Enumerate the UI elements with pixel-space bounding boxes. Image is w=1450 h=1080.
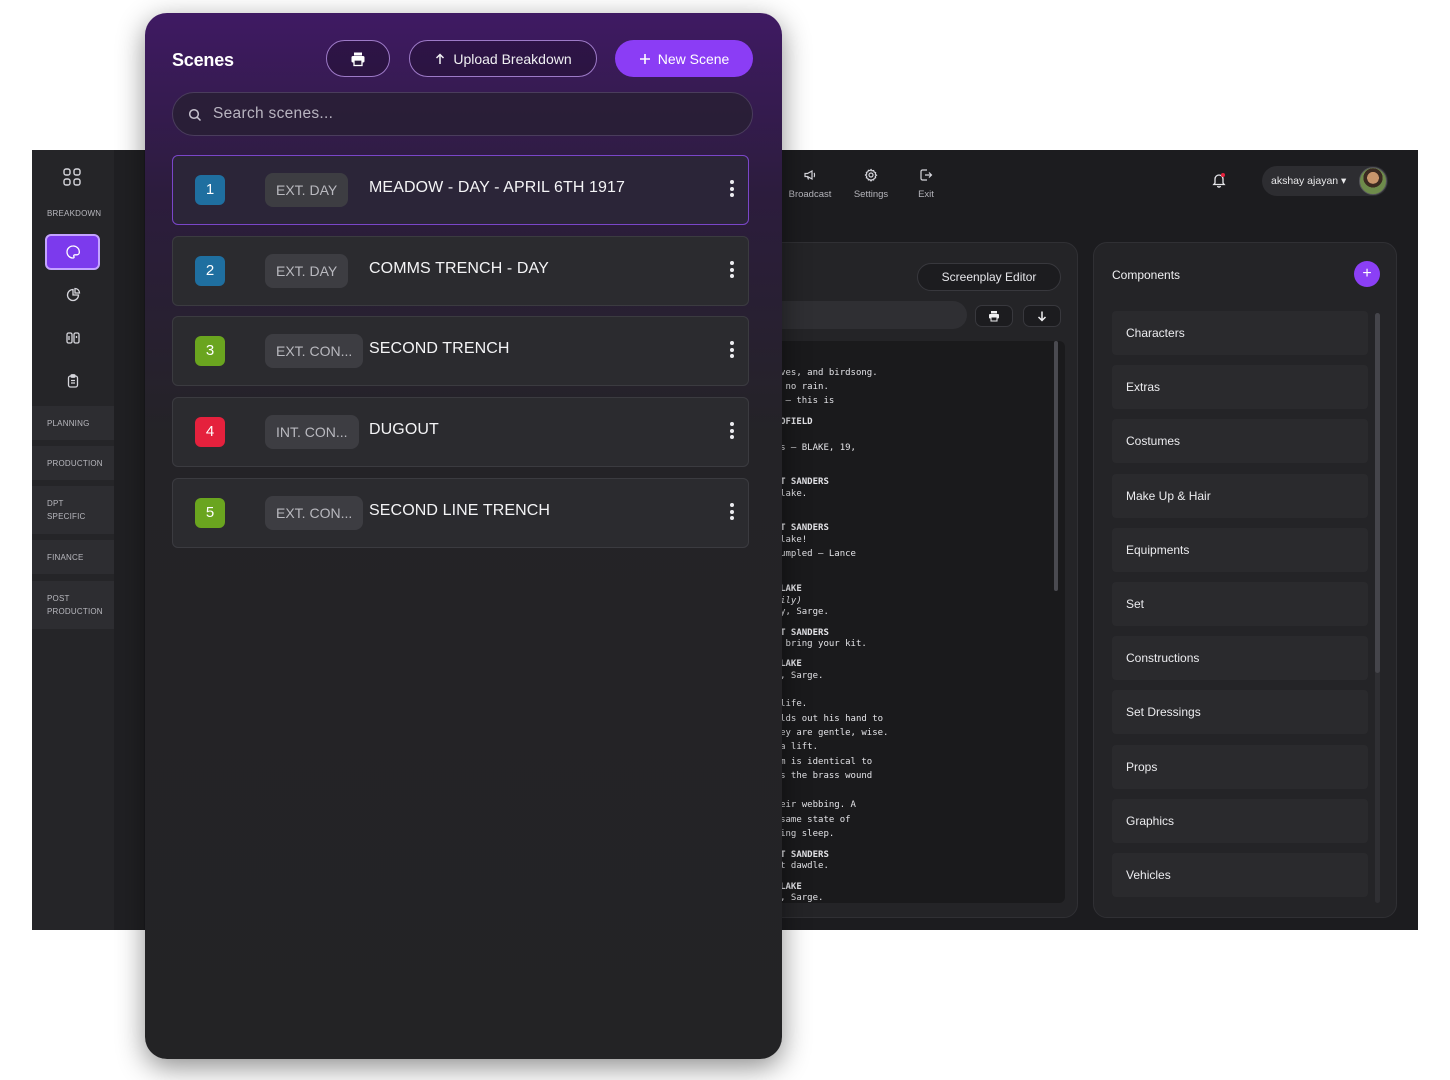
component-item[interactable]: Make Up & Hair bbox=[1112, 473, 1368, 518]
scene-name: SECOND LINE TRENCH bbox=[369, 502, 551, 519]
components-scrollbar[interactable] bbox=[1375, 313, 1380, 903]
sidebar-section-post-production: POST PRODUCTION bbox=[47, 594, 103, 616]
more-vertical-icon[interactable] bbox=[727, 341, 737, 363]
screenplay-editor-panel: Screenplay Editor 17 leaves, and birdson… bbox=[752, 242, 1078, 918]
sidebar-item-scenes[interactable] bbox=[45, 234, 100, 270]
clipboard-icon bbox=[67, 374, 78, 388]
sidebar-section-breakdown[interactable]: BREAKDOWN bbox=[32, 207, 114, 220]
print-button[interactable] bbox=[326, 40, 390, 77]
exit-icon bbox=[920, 169, 933, 181]
scene-type-badge: EXT. DAY bbox=[265, 254, 349, 288]
sidebar-section-dpt-specific-box[interactable]: DPT SPECIFIC bbox=[32, 486, 114, 534]
sidebar-section-production-box[interactable]: PRODUCTION bbox=[32, 446, 114, 480]
scene-number-badge: 3 bbox=[195, 336, 225, 366]
storyboard-icon bbox=[65, 332, 80, 344]
scene-type-badge: EXT. CON... bbox=[265, 334, 364, 368]
component-item[interactable]: Props bbox=[1112, 744, 1368, 789]
search-icon bbox=[188, 108, 202, 122]
components-scrollbar-thumb[interactable] bbox=[1375, 313, 1380, 673]
scene-row[interactable]: 4 INT. CON... DUGOUT bbox=[172, 397, 749, 467]
scene-row[interactable]: 3 EXT. CON... SECOND TRENCH bbox=[172, 316, 749, 386]
component-item[interactable]: Set Dressings bbox=[1112, 690, 1368, 735]
scenes-panel: Scenes Upload Breakdown New Scene 1 EXT. … bbox=[145, 13, 782, 1059]
page-title: Scenes bbox=[172, 50, 234, 70]
sidebar-section-planning: PLANNING bbox=[47, 419, 90, 428]
scene-type-badge: EXT. CON... bbox=[265, 496, 364, 530]
script-view[interactable]: 17 leaves, and birdsong.re is no rain.lo… bbox=[753, 341, 1065, 903]
component-item[interactable]: Extras bbox=[1112, 365, 1368, 410]
broadcast-nav-item[interactable]: Broadcast bbox=[780, 168, 840, 200]
grid-icon[interactable] bbox=[62, 167, 82, 187]
scene-row[interactable]: 2 EXT. DAY COMMS TRENCH - DAY bbox=[172, 236, 749, 306]
new-scene-button[interactable]: New Scene bbox=[615, 40, 753, 77]
pie-chart-icon bbox=[66, 287, 80, 302]
scene-name: MEADOW - DAY - APRIL 6TH 1917 bbox=[369, 179, 626, 196]
new-scene-label: New Scene bbox=[657, 50, 730, 67]
components-panel: Components + Characters Extras Costumes Mak… bbox=[1093, 242, 1397, 918]
sidebar-section-post-production-box[interactable]: POST PRODUCTION bbox=[32, 581, 114, 629]
scene-number-badge: 1 bbox=[195, 175, 225, 205]
avatar bbox=[1359, 167, 1387, 195]
arrow-up-icon bbox=[436, 52, 445, 64]
component-item[interactable]: Vehicles bbox=[1112, 853, 1368, 897]
user-menu[interactable]: akshay ajayan ▾ bbox=[1262, 166, 1388, 196]
sidebar-section-dpt-specific: DPT SPECIFIC bbox=[47, 499, 86, 521]
component-item[interactable]: Equipments bbox=[1112, 527, 1368, 572]
scene-number-badge: 5 bbox=[195, 498, 225, 528]
sidebar-section-production: PRODUCTION bbox=[47, 459, 103, 468]
sidebar-item-notes[interactable] bbox=[45, 363, 100, 399]
user-name: akshay ajayan ▾ bbox=[1271, 175, 1347, 187]
scene-number-badge: 2 bbox=[195, 256, 225, 286]
palette-icon bbox=[65, 245, 80, 259]
editor-print-button[interactable] bbox=[975, 305, 1013, 327]
component-item[interactable]: Characters bbox=[1112, 311, 1368, 355]
settings-nav-item[interactable]: Settings bbox=[841, 168, 901, 200]
editor-search-input[interactable] bbox=[753, 301, 967, 329]
sidebar-item-reports[interactable] bbox=[45, 277, 100, 313]
scene-name: COMMS TRENCH - DAY bbox=[369, 260, 549, 277]
bell-icon[interactable] bbox=[1212, 172, 1226, 188]
sidebar-section-finance: FINANCE bbox=[47, 553, 84, 562]
gear-icon bbox=[864, 168, 878, 182]
scene-row[interactable]: 1 EXT. DAY MEADOW - DAY - APRIL 6TH 1917 bbox=[172, 155, 749, 225]
sidebar-section-finance-box[interactable]: FINANCE bbox=[32, 540, 114, 574]
exit-nav-item[interactable]: Exit bbox=[896, 168, 956, 200]
add-component-button[interactable]: + bbox=[1354, 261, 1380, 287]
component-item[interactable]: Constructions bbox=[1112, 636, 1368, 681]
component-item[interactable]: Graphics bbox=[1112, 798, 1368, 843]
screenplay-editor-button[interactable]: Screenplay Editor bbox=[917, 263, 1061, 291]
exit-label: Exit bbox=[918, 189, 934, 200]
scene-name: DUGOUT bbox=[369, 421, 439, 438]
broadcast-label: Broadcast bbox=[788, 189, 832, 200]
printer-icon bbox=[351, 52, 365, 66]
more-vertical-icon[interactable] bbox=[727, 422, 737, 444]
more-vertical-icon[interactable] bbox=[727, 503, 737, 525]
arrow-down-icon bbox=[1037, 311, 1047, 322]
editor-download-button[interactable] bbox=[1023, 305, 1061, 327]
upload-breakdown-button[interactable]: Upload Breakdown bbox=[409, 40, 597, 77]
component-item[interactable]: Set bbox=[1112, 582, 1368, 626]
app-sidebar: BREAKDOWN PLANNING PRODUCTION DPT SPECIF… bbox=[32, 150, 114, 930]
plus-icon bbox=[639, 53, 650, 64]
components-title: Components bbox=[1112, 268, 1181, 282]
scene-type-badge: INT. CON... bbox=[265, 415, 359, 449]
sidebar-item-storyboard[interactable] bbox=[45, 320, 100, 356]
scene-row[interactable]: 5 EXT. CON... SECOND LINE TRENCH bbox=[172, 478, 749, 548]
broadcast-icon bbox=[804, 169, 816, 181]
scene-number-badge: 4 bbox=[195, 417, 225, 447]
more-vertical-icon[interactable] bbox=[727, 261, 737, 283]
printer-icon bbox=[989, 311, 999, 322]
component-item[interactable]: Costumes bbox=[1112, 419, 1368, 464]
search-bar bbox=[172, 92, 753, 136]
scene-name: SECOND TRENCH bbox=[369, 340, 510, 357]
settings-label: Settings bbox=[853, 189, 889, 200]
search-input[interactable] bbox=[213, 93, 733, 135]
scene-type-badge: EXT. DAY bbox=[265, 173, 349, 207]
script-scrollbar[interactable] bbox=[1054, 341, 1058, 591]
secondary-sidebar bbox=[114, 150, 144, 930]
more-vertical-icon[interactable] bbox=[727, 180, 737, 202]
upload-breakdown-label: Upload Breakdown bbox=[453, 50, 572, 67]
sidebar-section-planning-box[interactable]: PLANNING bbox=[32, 406, 114, 440]
